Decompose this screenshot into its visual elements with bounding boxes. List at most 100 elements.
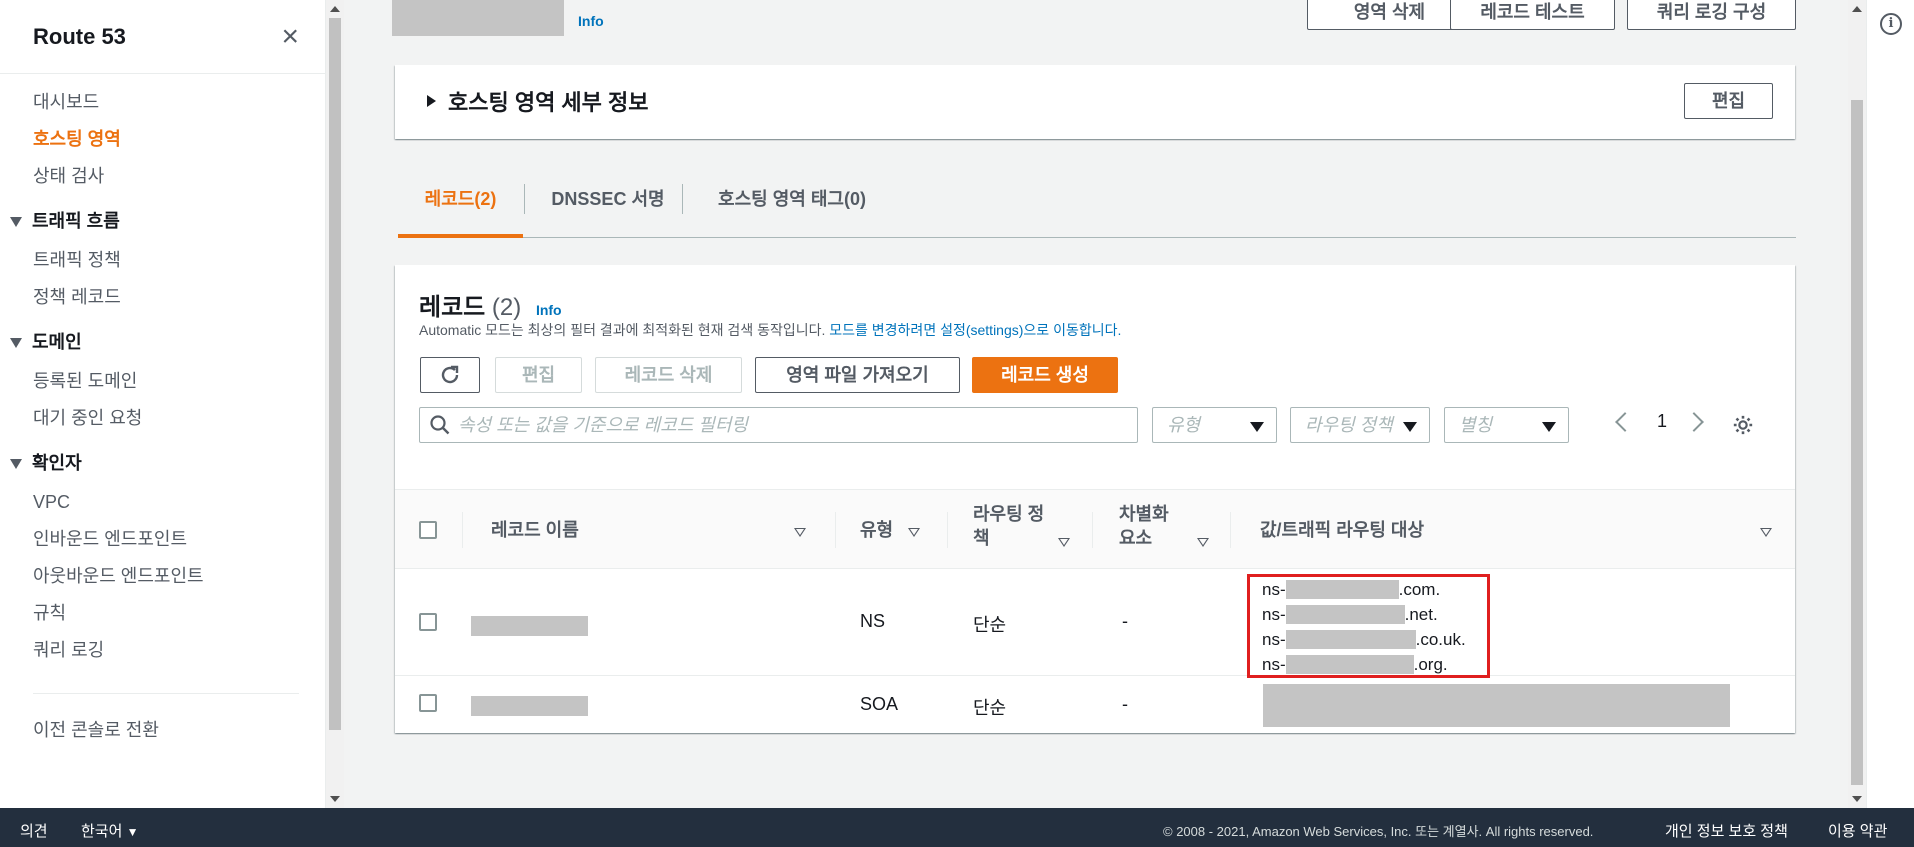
sidebar-item-query-logging[interactable]: 쿼리 로깅	[0, 632, 325, 669]
records-info-link[interactable]: Info	[536, 302, 562, 318]
column-separator	[1092, 512, 1093, 548]
type-filter-select[interactable]: 유형	[1152, 407, 1277, 443]
info-icon[interactable]: i	[1880, 13, 1902, 35]
tab-dnssec[interactable]: DNSSEC 서명	[534, 176, 682, 238]
records-heading: 레코드 (2) Info	[419, 287, 562, 322]
column-header-diff-line2: 요소	[1119, 528, 1153, 548]
sidebar-item-registered-domains[interactable]: 등록된 도메인	[0, 363, 325, 400]
refresh-icon	[441, 365, 459, 384]
records-count: (2)	[491, 294, 522, 321]
configure-query-logging-button[interactable]: 쿼리 로깅 구성	[1627, 0, 1796, 30]
soa-value-redacted	[1263, 684, 1730, 727]
sort-icon[interactable]	[1058, 538, 1070, 547]
column-header-value[interactable]: 값/트래픽 라우팅 대상	[1260, 518, 1424, 542]
routing-policy-filter-select[interactable]: 라우팅 정책	[1290, 407, 1430, 443]
tab-separator	[682, 184, 683, 214]
sidebar-section-resolver[interactable]: 확인자	[0, 443, 325, 484]
terms-link[interactable]: 이용 약관	[1828, 820, 1887, 841]
record-type: NS	[860, 611, 886, 631]
delete-record-button[interactable]: 레코드 삭제	[595, 357, 742, 393]
scroll-up-icon[interactable]	[1852, 6, 1862, 12]
sidebar-title: Route 53	[33, 23, 126, 49]
column-header-type[interactable]: 유형	[860, 518, 893, 542]
sidebar-section-traffic-flow[interactable]: 트래픽 흐름	[0, 201, 325, 242]
sort-icon[interactable]	[1760, 528, 1772, 537]
sort-icon[interactable]	[1197, 538, 1209, 547]
sort-icon[interactable]	[908, 528, 920, 537]
create-record-button[interactable]: 레코드 생성	[972, 357, 1118, 393]
ns-value-redacted	[1285, 580, 1399, 599]
ns-suffix: .org.	[1413, 655, 1448, 674]
import-zone-file-button[interactable]: 영역 파일 가져오기	[755, 357, 960, 393]
ns-suffix: .co.uk.	[1415, 630, 1466, 649]
tab-tags[interactable]: 호스팅 영역 태그(0)	[694, 176, 890, 238]
search-input[interactable]	[458, 414, 1118, 436]
ns-values-highlight: ns- .com. ns- .net. ns- .co.uk. ns- .org.	[1247, 574, 1490, 678]
row-checkbox[interactable]	[419, 694, 437, 712]
sidebar-section-label: 확인자	[32, 453, 82, 473]
column-header-name[interactable]: 레코드 이름	[491, 518, 579, 542]
next-page-icon[interactable]	[1684, 412, 1704, 432]
ns-value: ns- .com.	[1262, 577, 1487, 602]
scrollbar-thumb[interactable]	[1851, 100, 1863, 785]
select-all-checkbox[interactable]	[419, 521, 437, 539]
scroll-down-icon[interactable]	[1852, 796, 1862, 802]
delete-zone-button[interactable]: 영역 삭제	[1307, 0, 1472, 30]
prev-page-icon[interactable]	[1615, 412, 1635, 432]
sidebar-item-traffic-policies[interactable]: 트래픽 정책	[0, 242, 325, 279]
sidebar-section-domains[interactable]: 도메인	[0, 322, 325, 363]
sidebar-item-rules[interactable]: 규칙	[0, 595, 325, 632]
table-row[interactable]: NS 단순 - ns- .com. ns- .net. ns- .co.uk. ns-…	[395, 569, 1795, 678]
column-header-routing[interactable]: 라우팅 정 책	[973, 502, 1044, 550]
info-link[interactable]: Info	[578, 13, 604, 29]
page-number[interactable]: 1	[1657, 411, 1667, 432]
sidebar-item-policy-records[interactable]: 정책 레코드	[0, 279, 325, 316]
hosted-zone-details-toggle[interactable]: 호스팅 영역 세부 정보	[427, 85, 649, 117]
record-differentiator: -	[1122, 611, 1128, 631]
column-header-diff-line1: 차별화	[1119, 504, 1169, 524]
column-header-differentiator[interactable]: 차별화 요소	[1119, 502, 1169, 550]
sidebar-item-dashboard[interactable]: 대시보드	[0, 84, 325, 121]
dropdown-icon	[1403, 422, 1417, 432]
table-row[interactable]: SOA 단순 -	[395, 676, 1795, 733]
record-type: SOA	[860, 694, 899, 714]
footer: 의견 한국어 ▼ © 2008 - 2021, Amazon Web Servi…	[0, 808, 1914, 847]
scrollbar-thumb[interactable]	[329, 18, 341, 730]
tab-records[interactable]: 레코드(2)	[398, 176, 523, 238]
sidebar-item-hosted-zones[interactable]: 호스팅 영역	[0, 121, 325, 158]
search-icon	[430, 415, 450, 435]
sidebar-divider	[33, 693, 299, 694]
type-filter-label: 유형	[1167, 415, 1201, 435]
sidebar-scrollbar[interactable]	[326, 0, 344, 808]
record-name-redacted	[471, 616, 588, 636]
sidebar-item-inbound-endpoints[interactable]: 인바운드 엔드포인트	[0, 521, 325, 558]
sort-icon[interactable]	[794, 528, 806, 537]
edit-record-button[interactable]: 편집	[495, 357, 582, 393]
column-header-routing-line2: 책	[973, 528, 990, 548]
feedback-link[interactable]: 의견	[20, 820, 48, 841]
gear-icon[interactable]	[1732, 414, 1754, 436]
sidebar-item-vpc[interactable]: VPC	[0, 484, 325, 521]
column-separator	[947, 512, 948, 548]
alias-filter-select[interactable]: 별칭	[1444, 407, 1569, 443]
caret-down-icon	[10, 458, 22, 469]
sidebar-item-pending-requests[interactable]: 대기 중인 요청	[0, 400, 325, 437]
sidebar-item-outbound-endpoints[interactable]: 아웃바운드 엔드포인트	[0, 558, 325, 595]
edit-details-button[interactable]: 편집	[1684, 83, 1773, 119]
scroll-down-icon[interactable]	[330, 796, 340, 802]
privacy-link[interactable]: 개인 정보 보호 정책	[1665, 820, 1788, 841]
language-selector[interactable]: 한국어 ▼	[81, 820, 138, 841]
scroll-up-icon[interactable]	[330, 6, 340, 12]
caret-down-icon	[10, 337, 22, 348]
main-scrollbar[interactable]	[1848, 0, 1866, 808]
sidebar-item-legacy-console[interactable]: 이전 콘솔로 전환	[0, 712, 325, 749]
row-checkbox[interactable]	[419, 613, 437, 631]
sidebar-item-health-checks[interactable]: 상태 검사	[0, 158, 325, 195]
ns-suffix: .com.	[1398, 580, 1441, 599]
refresh-button[interactable]	[420, 357, 480, 393]
settings-link[interactable]: 모드를 변경하려면 설정(settings)으로 이동합니다.	[829, 322, 1121, 338]
close-icon[interactable]: ×	[281, 21, 299, 52]
test-record-button[interactable]: 레코드 테스트	[1450, 0, 1615, 30]
ns-suffix: .net.	[1404, 605, 1438, 624]
records-title: 레코드	[419, 294, 486, 321]
